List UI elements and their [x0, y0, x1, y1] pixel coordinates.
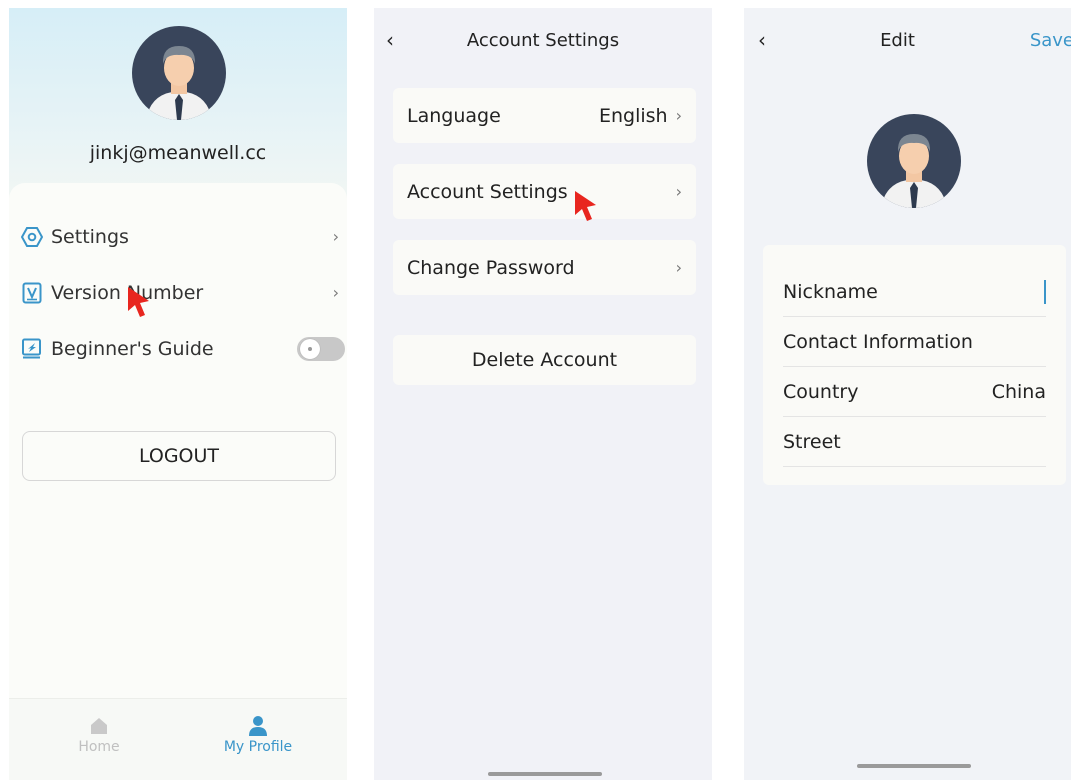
row-account-settings-label: Account Settings — [407, 180, 568, 203]
home-indicator[interactable] — [488, 772, 602, 776]
tutorial-screenshot-strip: jinkj@meanwell.cc Settings › Version Num… — [0, 0, 1071, 780]
avatar[interactable] — [132, 26, 226, 120]
person-icon — [198, 713, 318, 739]
contact-information-label: Contact Information — [783, 330, 973, 353]
guide-book-icon — [21, 338, 43, 360]
chevron-right-icon: › — [675, 106, 682, 125]
row-language[interactable]: Language English › — [393, 88, 696, 143]
tab-home-label: Home — [78, 739, 120, 755]
save-button[interactable]: Save — [1030, 30, 1071, 51]
menu-item-settings-label: Settings — [51, 226, 129, 248]
contact-information-field[interactable]: Contact Information — [783, 317, 1046, 367]
tab-home[interactable]: Home — [39, 713, 159, 755]
menu-item-beginners-guide[interactable]: Beginner's Guide — [21, 329, 345, 369]
settings-hexagon-icon — [21, 226, 43, 248]
profile-screen: jinkj@meanwell.cc Settings › Version Num… — [9, 8, 347, 780]
home-indicator[interactable] — [857, 764, 971, 768]
pointer-cursor-icon — [128, 287, 149, 317]
row-language-label: Language — [407, 104, 501, 127]
menu-item-settings[interactable]: Settings › — [21, 217, 339, 257]
avatar-person-icon — [881, 134, 947, 208]
chevron-right-icon: › — [332, 227, 339, 246]
avatar[interactable] — [867, 114, 961, 208]
delete-account-button[interactable]: Delete Account — [393, 335, 696, 385]
page-title: Edit — [880, 30, 915, 51]
account-settings-screen: ‹ Account Settings Language English › Ac… — [374, 8, 712, 780]
nickname-label: Nickname — [783, 280, 878, 303]
avatar-person-icon — [146, 46, 212, 120]
nav-bar: ‹ Edit Save — [744, 8, 1071, 74]
country-field[interactable]: Country China — [783, 367, 1046, 417]
country-value: China — [991, 380, 1046, 403]
nav-bar: ‹ Account Settings — [374, 8, 712, 74]
toggle-knob — [300, 339, 320, 359]
nickname-field[interactable]: Nickname — [783, 267, 1046, 317]
pointer-cursor-icon — [575, 191, 596, 221]
country-label: Country — [783, 380, 859, 403]
beginners-guide-toggle[interactable] — [297, 337, 345, 361]
row-change-password-label: Change Password — [407, 256, 575, 279]
bottom-tab-bar: Home My Profile — [9, 698, 347, 780]
account-email: jinkj@meanwell.cc — [89, 142, 267, 164]
edit-profile-screen: ‹ Edit Save Nickname Contact Information — [744, 8, 1071, 780]
profile-form: Nickname Contact Information Country Chi… — [763, 245, 1066, 485]
street-label: Street — [783, 430, 841, 453]
chevron-right-icon: › — [332, 283, 339, 302]
logout-button[interactable]: LOGOUT — [22, 431, 336, 481]
text-caret — [1044, 280, 1046, 304]
page-title: Account Settings — [466, 30, 620, 51]
version-icon — [21, 282, 43, 304]
row-account-settings[interactable]: Account Settings › — [393, 164, 696, 219]
menu-item-version-number[interactable]: Version Number › — [21, 273, 339, 313]
row-change-password[interactable]: Change Password › — [393, 240, 696, 295]
tab-my-profile-label: My Profile — [223, 739, 293, 755]
home-icon — [39, 713, 159, 739]
row-language-value: English — [598, 104, 668, 127]
chevron-right-icon: › — [675, 258, 682, 277]
street-field[interactable]: Street — [783, 417, 1046, 467]
menu-item-guide-label: Beginner's Guide — [51, 338, 214, 360]
tab-my-profile[interactable]: My Profile — [198, 713, 318, 755]
chevron-right-icon: › — [675, 182, 682, 201]
